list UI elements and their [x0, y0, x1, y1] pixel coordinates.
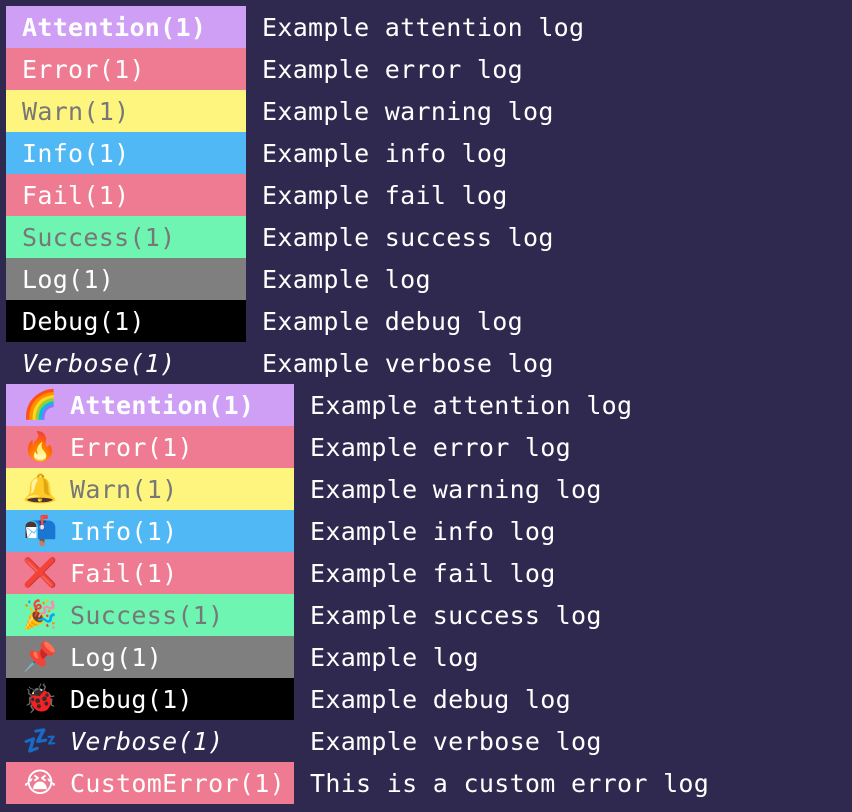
- log-level-label: Verbose(1): [22, 348, 176, 378]
- log-message: Example info log: [310, 516, 556, 546]
- log-line-custom-error: 😭 CustomError(1) This is a custom error lo…: [0, 762, 852, 804]
- mailbox-icon: 📬: [22, 514, 58, 547]
- log-level-badge-success: 🎉 Success(1): [6, 594, 294, 636]
- log-line-warn: 🔔 Warn(1) Example warning log: [0, 468, 852, 510]
- log-level-label: Verbose(1): [70, 726, 224, 756]
- log-level-label: Attention(1): [22, 12, 207, 42]
- log-message: Example debug log: [310, 684, 571, 714]
- cross-mark-icon: ❌: [22, 556, 58, 589]
- log-level-badge-error: Error(1): [6, 48, 246, 90]
- log-message: Example fail log: [310, 558, 556, 588]
- log-message: Example success log: [262, 222, 554, 252]
- crying-face-icon: 😭: [23, 766, 57, 799]
- log-level-label: Warn(1): [22, 96, 130, 126]
- log-level-badge-debug: Debug(1): [6, 300, 246, 342]
- log-line-attention: 🌈 Attention(1) Example attention log: [0, 384, 852, 426]
- log-line-fail: Fail(1) Example fail log: [0, 174, 852, 216]
- log-level-label: Warn(1): [70, 474, 178, 504]
- log-message: Example log: [262, 264, 431, 294]
- log-line-fail: ❌ Fail(1) Example fail log: [0, 552, 852, 594]
- log-line-info: 📬 Info(1) Example info log: [0, 510, 852, 552]
- log-level-badge-error: 🔥 Error(1): [6, 426, 294, 468]
- log-level-badge-warn: 🔔 Warn(1): [6, 468, 294, 510]
- log-level-label: CustomError(1): [70, 768, 285, 798]
- log-level-badge-fail: Fail(1): [6, 174, 246, 216]
- log-message: Example debug log: [262, 306, 523, 336]
- log-line-debug: Debug(1) Example debug log: [0, 300, 852, 342]
- log-level-label: Log(1): [70, 642, 163, 672]
- log-level-label: Success(1): [22, 222, 176, 252]
- log-message: Example error log: [262, 54, 523, 84]
- log-line-success: Success(1) Example success log: [0, 216, 852, 258]
- log-level-badge-attention: Attention(1): [6, 6, 246, 48]
- log-level-badge-info: 📬 Info(1): [6, 510, 294, 552]
- log-message: Example fail log: [262, 180, 508, 210]
- log-line-attention: Attention(1) Example attention log: [0, 6, 852, 48]
- log-line-log: 📌 Log(1) Example log: [0, 636, 852, 678]
- log-level-badge-verbose: Verbose(1): [6, 342, 246, 384]
- log-line-log: Log(1) Example log: [0, 258, 852, 300]
- log-level-badge-custom-error: 😭 CustomError(1): [6, 762, 294, 804]
- log-level-label: Info(1): [22, 138, 130, 168]
- pushpin-icon: 📌: [22, 640, 58, 673]
- log-line-debug: 🐞 Debug(1) Example debug log: [0, 678, 852, 720]
- log-message: Example verbose log: [262, 348, 554, 378]
- log-level-label: Fail(1): [70, 558, 178, 588]
- log-level-badge-fail: ❌ Fail(1): [6, 552, 294, 594]
- log-line-verbose: 💤 Verbose(1) Example verbose log: [0, 720, 852, 762]
- log-message: Example attention log: [262, 12, 585, 42]
- plain-log-list: Attention(1) Example attention log Error(1…: [0, 6, 852, 384]
- log-line-error: Error(1) Example error log: [0, 48, 852, 90]
- log-message: Example attention log: [310, 390, 633, 420]
- log-message: Example info log: [262, 138, 508, 168]
- log-level-label: Debug(1): [70, 684, 193, 714]
- log-level-badge-attention: 🌈 Attention(1): [6, 384, 294, 426]
- bell-icon: 🔔: [22, 472, 58, 505]
- log-level-label: Info(1): [70, 516, 178, 546]
- log-message: Example success log: [310, 600, 602, 630]
- log-level-badge-log: 📌 Log(1): [6, 636, 294, 678]
- log-message: Example verbose log: [310, 726, 602, 756]
- log-message: Example log: [310, 642, 479, 672]
- console-output: Attention(1) Example attention log Error(1…: [0, 0, 852, 804]
- log-line-info: Info(1) Example info log: [0, 132, 852, 174]
- emoji-log-list: 🌈 Attention(1) Example attention log 🔥 Error…: [0, 384, 852, 804]
- zzz-icon: 💤: [22, 724, 58, 757]
- log-level-label: Attention(1): [70, 390, 255, 420]
- log-message: Example warning log: [262, 96, 554, 126]
- log-level-badge-success: Success(1): [6, 216, 246, 258]
- log-level-badge-warn: Warn(1): [6, 90, 246, 132]
- log-message: Example error log: [310, 432, 571, 462]
- log-level-badge-log: Log(1): [6, 258, 246, 300]
- log-level-badge-verbose: 💤 Verbose(1): [6, 720, 294, 762]
- log-level-badge-debug: 🐞 Debug(1): [6, 678, 294, 720]
- log-line-error: 🔥 Error(1) Example error log: [0, 426, 852, 468]
- log-message: Example warning log: [310, 474, 602, 504]
- party-popper-icon: 🎉: [22, 598, 58, 631]
- log-level-label: Log(1): [22, 264, 115, 294]
- rainbow-icon: 🌈: [22, 388, 58, 421]
- log-level-label: Error(1): [22, 54, 145, 84]
- log-level-label: Error(1): [70, 432, 193, 462]
- log-level-label: Success(1): [70, 600, 224, 630]
- fire-icon: 🔥: [22, 430, 58, 463]
- log-level-label: Debug(1): [22, 306, 145, 336]
- log-line-verbose: Verbose(1) Example verbose log: [0, 342, 852, 384]
- log-level-badge-info: Info(1): [6, 132, 246, 174]
- log-line-success: 🎉 Success(1) Example success log: [0, 594, 852, 636]
- log-level-label: Fail(1): [22, 180, 130, 210]
- ladybug-icon: 🐞: [22, 682, 58, 715]
- log-message: This is a custom error log: [310, 768, 710, 798]
- log-line-warn: Warn(1) Example warning log: [0, 90, 852, 132]
